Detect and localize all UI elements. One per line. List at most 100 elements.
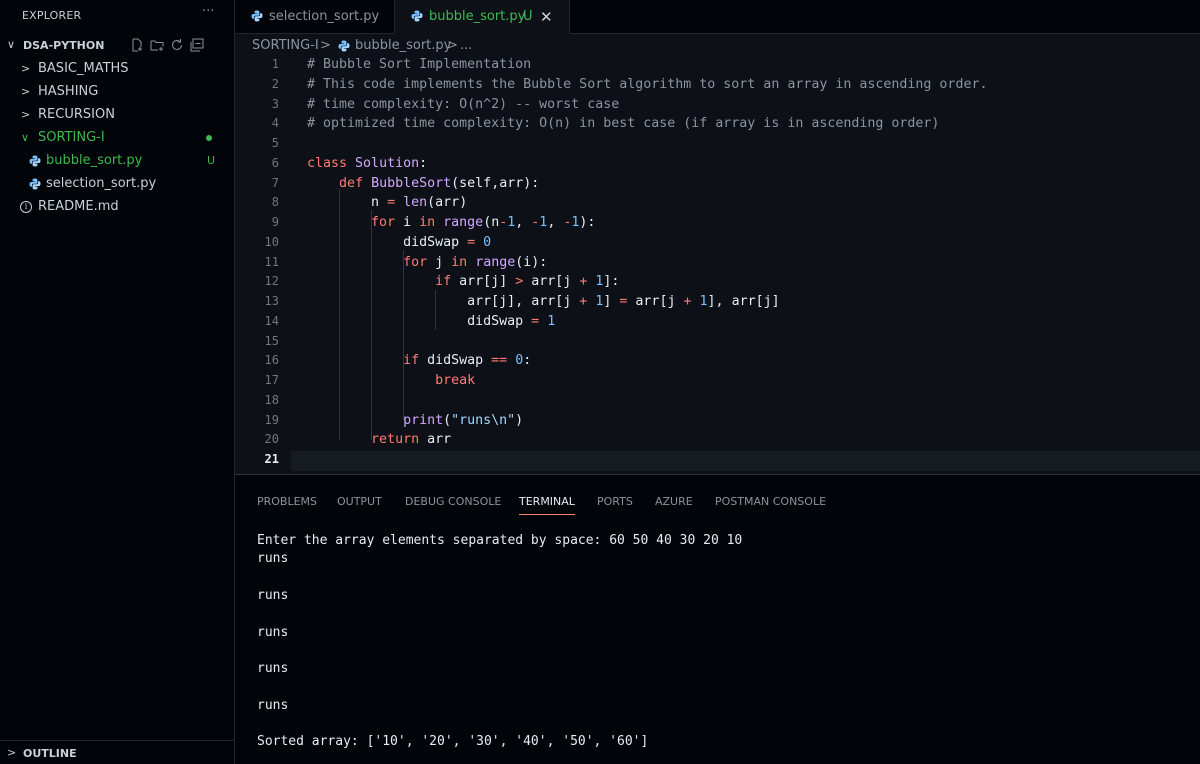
- chevron-down-icon: ∨: [7, 38, 16, 51]
- line-number: 18: [264, 392, 279, 407]
- line-number: 7: [271, 175, 279, 190]
- refresh-icon[interactable]: [170, 37, 184, 51]
- chevron-right-icon: >: [21, 108, 31, 121]
- tree-file-readme[interactable]: i README.md: [0, 196, 234, 218]
- tree-label: BASIC_MATHS: [38, 61, 129, 76]
- bottom-panel: PROBLEMS OUTPUT DEBUG CONSOLE TERMINAL PORTS…: [235, 474, 1200, 764]
- tab-label: selection_sort.py: [269, 9, 380, 24]
- line-number: 17: [264, 373, 279, 387]
- code-line: # Bubble Sort Implementation: [307, 57, 532, 72]
- tree-folder-basic-maths[interactable]: > BASIC_MATHS: [0, 58, 234, 80]
- tab-label: bubble_sort.py: [429, 9, 526, 24]
- tree-label: README.md: [38, 199, 119, 214]
- line-number: 13: [264, 294, 279, 308]
- tree-label: RECURSION: [38, 107, 115, 122]
- code-line: for j in range(i):: [403, 254, 548, 270]
- line-number: 8: [271, 195, 279, 210]
- breadcrumb-folder[interactable]: SORTING-I: [252, 36, 319, 56]
- indent-guide: [403, 250, 404, 420]
- panel-tab-azure[interactable]: AZURE: [655, 495, 693, 508]
- line-number: 14: [264, 313, 279, 328]
- indent-guide: [403, 370, 404, 390]
- tree-file-selection-sort[interactable]: selection_sort.py: [0, 173, 234, 195]
- outline-label: OUTLINE: [23, 747, 77, 760]
- line-number: 19: [264, 412, 279, 427]
- chevron-right-icon: >: [21, 62, 31, 75]
- breadcrumb-file[interactable]: bubble_sort.py: [355, 36, 451, 56]
- tree-label: bubble_sort.py: [46, 153, 143, 168]
- line-number: 12: [264, 274, 279, 289]
- new-folder-icon[interactable]: [150, 37, 164, 51]
- workspace-root-label: DSA-PYTHON: [23, 39, 105, 52]
- tab-selection-sort[interactable]: selection_sort.py: [235, 0, 395, 34]
- terminal-line: Enter the array elements separated by sp…: [257, 533, 743, 548]
- code-line: break: [435, 373, 476, 388]
- collapse-all-icon[interactable]: [190, 37, 204, 52]
- untracked-badge: U: [207, 154, 216, 167]
- tab-bubble-sort[interactable]: bubble_sort.py U ✕: [395, 0, 570, 34]
- panel-tab-terminal[interactable]: TERMINAL: [519, 495, 575, 515]
- code-line: arr[j], arr[j + 1] = arr[j + 1], arr[j]: [467, 294, 780, 309]
- line-number: 1: [271, 57, 279, 71]
- code-line: didSwap = 0: [403, 234, 492, 250]
- tree-label: selection_sort.py: [46, 176, 157, 191]
- terminal-line: Sorted array: ['10', '20', '30', '40', '…: [257, 734, 649, 750]
- panel-tab-ports[interactable]: PORTS: [597, 495, 633, 508]
- indent-guide: [371, 210, 372, 440]
- tree-label: SORTING-I: [38, 130, 105, 145]
- tree-folder-sorting-i[interactable]: ∨ SORTING-I: [0, 127, 234, 149]
- tree-file-bubble-sort[interactable]: bubble_sort.py U: [0, 150, 234, 172]
- new-file-icon[interactable]: [130, 37, 144, 52]
- line-number: 11: [264, 254, 279, 269]
- python-file-icon: [29, 155, 41, 167]
- terminal-line: runs: [257, 624, 289, 640]
- code-editor[interactable]: 12345678910111213141516171819202122 # Bu…: [235, 56, 1200, 474]
- panel-tab-output[interactable]: OUTPUT: [337, 495, 382, 508]
- current-line-highlight: [291, 451, 1200, 471]
- terminal-line: runs: [257, 697, 289, 713]
- line-number: 20: [264, 432, 279, 447]
- close-icon[interactable]: ✕: [540, 0, 553, 34]
- explorer-more-button[interactable]: ···: [202, 4, 214, 19]
- panel-tab-debug-console[interactable]: DEBUG CONSOLE: [405, 495, 501, 508]
- breadcrumb-more[interactable]: ...: [460, 36, 472, 56]
- line-number: 16: [264, 353, 279, 368]
- modified-dot-icon: [206, 135, 212, 141]
- explorer-actions: [130, 37, 204, 52]
- code-line: n = len(arr): [371, 195, 468, 211]
- code-line: def BubbleSort(self,arr):: [339, 175, 540, 191]
- panel-tab-postman-console[interactable]: POSTMAN CONSOLE: [715, 495, 826, 508]
- indent-guide: [435, 290, 436, 330]
- editor-tab-bar: selection_sort.py bubble_sort.py U ✕: [235, 0, 1200, 34]
- line-number: 2: [271, 76, 279, 91]
- indent-guide: [339, 190, 340, 440]
- terminal-line: runs: [257, 551, 289, 567]
- code-line: if arr[j] > arr[j + 1]:: [435, 274, 620, 290]
- info-icon: i: [20, 201, 32, 213]
- workspace-root[interactable]: ∨ DSA-PYTHON: [0, 36, 234, 56]
- code-line: # This code implements the Bubble Sort a…: [307, 76, 988, 92]
- line-number: 9: [271, 215, 279, 229]
- line-number: 10: [264, 234, 279, 249]
- code-line: for i in range(n-1, -1, -1):: [371, 215, 596, 230]
- line-number: 21: [264, 452, 279, 466]
- chevron-right-icon: >: [320, 38, 331, 53]
- line-number: 4: [271, 116, 279, 131]
- untracked-badge: U: [523, 9, 533, 24]
- python-file-icon: [251, 10, 263, 22]
- tree-folder-recursion[interactable]: > RECURSION: [0, 104, 234, 126]
- outline-section[interactable]: > OUTLINE: [0, 740, 234, 764]
- panel-tab-problems[interactable]: PROBLEMS: [257, 495, 317, 508]
- python-file-icon: [411, 10, 423, 22]
- chevron-right-icon: >: [447, 38, 458, 53]
- code-line: class Solution:: [307, 155, 428, 171]
- terminal-line: runs: [257, 661, 289, 677]
- explorer-title: EXPLORER: [22, 9, 82, 22]
- line-number: 3: [271, 96, 279, 111]
- code-line: return arr: [371, 432, 452, 448]
- tree-label: HASHING: [38, 84, 99, 99]
- explorer-sidebar: EXPLORER ··· ∨ DSA-PYTHON > BASIC_MATHS …: [0, 0, 235, 764]
- tree-folder-hashing[interactable]: > HASHING: [0, 81, 234, 103]
- terminal-line: runs: [257, 587, 289, 603]
- code-line: # optimized time complexity: O(n) in bes…: [307, 116, 940, 132]
